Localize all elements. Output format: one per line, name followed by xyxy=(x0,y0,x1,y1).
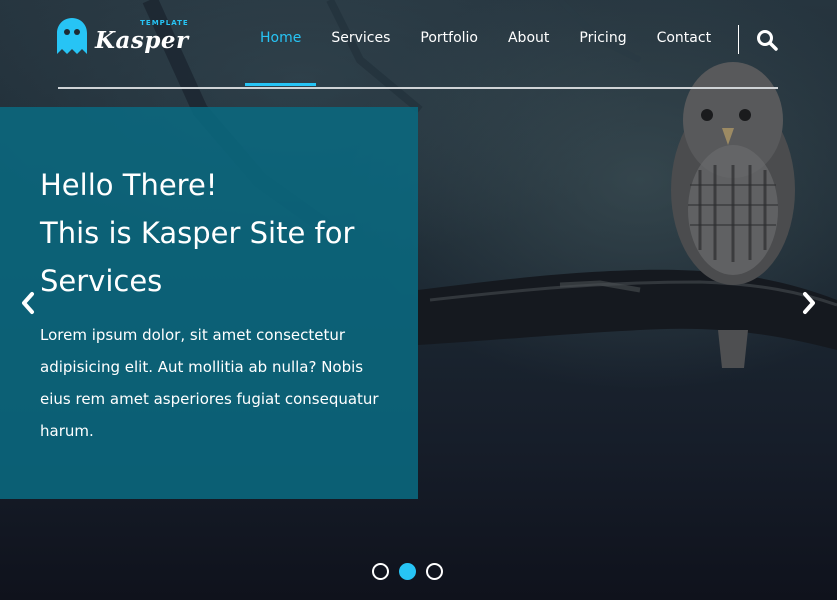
slider-bullet-3[interactable] xyxy=(426,563,443,580)
slider-prev-button[interactable] xyxy=(18,290,38,316)
logo-tagline: TEMPLATE xyxy=(140,18,189,27)
main-nav: Home Services Portfolio About Pricing Co… xyxy=(245,24,726,86)
hero-heading: Hello There! This is Kasper Site for Ser… xyxy=(40,161,388,305)
hero-paragraph: Lorem ipsum dolor, sit amet consectetur … xyxy=(40,326,379,440)
nav-item-home[interactable]: Home xyxy=(245,24,317,86)
chevron-left-icon xyxy=(22,292,34,314)
hero-section: TEMPLATE Kasper Home Services Portfolio … xyxy=(0,0,837,600)
slider-bullet-2[interactable] xyxy=(399,563,416,580)
nav-item-contact[interactable]: Contact xyxy=(642,24,726,82)
nav-item-services[interactable]: Services xyxy=(316,24,405,82)
chevron-right-icon xyxy=(803,292,815,314)
nav-divider xyxy=(738,25,739,54)
nav-item-about[interactable]: About xyxy=(493,24,564,82)
header-divider-line xyxy=(58,87,778,89)
hero-heading-line-2: This is Kasper Site for xyxy=(40,216,355,250)
hero-content-panel: Hello There! This is Kasper Site for Ser… xyxy=(0,107,418,499)
hero-heading-line-1: Hello There! xyxy=(40,168,218,202)
slider-bullets xyxy=(372,563,443,580)
hero-heading-line-3: Services xyxy=(40,264,163,298)
logo-name: Kasper xyxy=(95,26,189,54)
ghost-icon xyxy=(57,18,87,54)
nav-item-portfolio[interactable]: Portfolio xyxy=(405,24,493,82)
slider-bullet-1[interactable] xyxy=(372,563,389,580)
logo-wordmark: TEMPLATE Kasper xyxy=(95,19,189,54)
search-icon xyxy=(757,30,778,51)
slider-next-button[interactable] xyxy=(799,290,819,316)
search-button[interactable] xyxy=(756,29,778,51)
site-logo[interactable]: TEMPLATE Kasper xyxy=(57,18,189,54)
nav-item-pricing[interactable]: Pricing xyxy=(564,24,641,82)
